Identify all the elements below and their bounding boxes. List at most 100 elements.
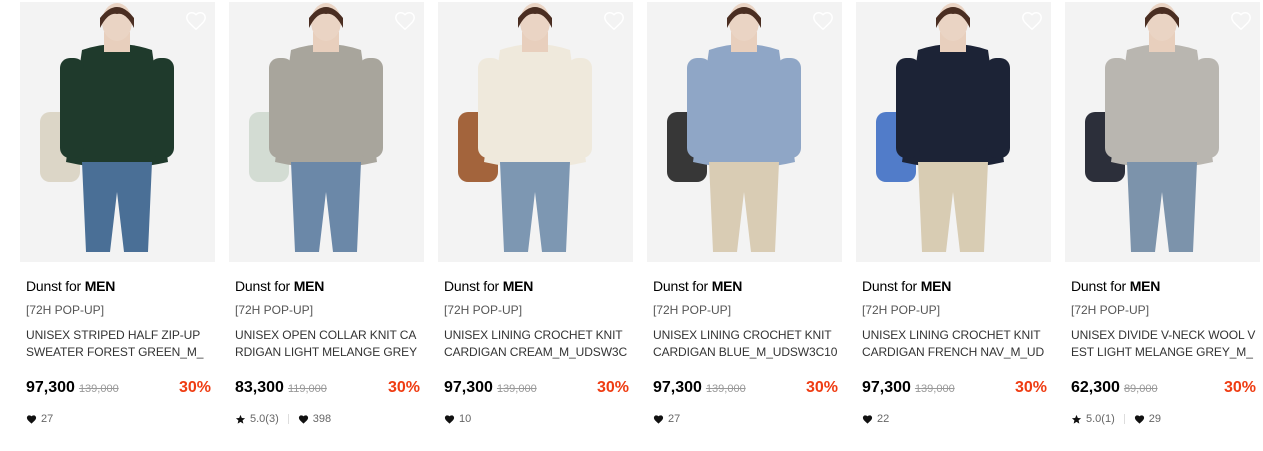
product-meta: 10: [444, 412, 629, 426]
original-price: 139,000: [496, 383, 537, 395]
like-count: 398: [312, 413, 332, 425]
heart-icon: [1134, 414, 1144, 424]
promo-tag: [72H POP-UP]: [653, 303, 732, 317]
brand-prefix: Dunst for: [1071, 278, 1130, 294]
brand-name[interactable]: Dunst for MEN: [235, 278, 420, 294]
brand-name[interactable]: Dunst for MEN: [444, 278, 629, 294]
promo-tag: [72H POP-UP]: [1071, 303, 1150, 317]
product-card[interactable]: Dunst for MEN [72H POP-UP] UNISEX OPEN C…: [229, 2, 424, 426]
product-card[interactable]: Dunst for MEN [72H POP-UP] UNISEX DIVIDE…: [1065, 2, 1260, 426]
like-count: 22: [877, 413, 890, 425]
wishlist-heart-icon[interactable]: [394, 10, 416, 32]
star-icon: [235, 414, 246, 424]
review-rating: 5.0(3): [250, 413, 279, 425]
heart-icon: [444, 414, 455, 424]
price-row: 83,300 119,000 30%: [235, 379, 420, 399]
brand-prefix: Dunst for: [444, 278, 503, 294]
discount-rate: 30%: [1014, 379, 1047, 396]
original-price: 139,000: [914, 383, 955, 395]
promo-tag: [72H POP-UP]: [444, 303, 523, 317]
model-photo: [647, 2, 842, 262]
brand-prefix: Dunst for: [235, 278, 294, 294]
promo-tag: [72H POP-UP]: [26, 303, 105, 317]
heart-icon: [26, 414, 37, 424]
like-count: 27: [41, 413, 54, 425]
promo-tag: [72H POP-UP]: [862, 303, 941, 317]
product-name[interactable]: UNISEX LINING CROCHET KNIT CARDIGAN CREA…: [444, 327, 629, 361]
original-price: 119,000: [287, 383, 327, 395]
product-card[interactable]: Dunst for MEN [72H POP-UP] UNISEX LINING…: [856, 2, 1051, 426]
discount-rate: 30%: [178, 379, 211, 396]
wishlist-heart-icon[interactable]: [1230, 10, 1252, 32]
product-grid: Dunst for MEN [72H POP-UP] UNISEX STRIPE…: [20, 2, 1260, 426]
wishlist-heart-icon[interactable]: [185, 10, 207, 32]
brand-name[interactable]: Dunst for MEN: [653, 278, 838, 294]
meta-divider: [287, 414, 289, 424]
brand-name[interactable]: Dunst for MEN: [862, 278, 1047, 294]
product-meta: 5.0(1) 29: [1071, 412, 1256, 426]
product-name[interactable]: UNISEX DIVIDE V-NECK WOOL VEST LIGHT MEL…: [1071, 327, 1256, 361]
brand-prefix: Dunst for: [653, 278, 712, 294]
product-card[interactable]: Dunst for MEN [72H POP-UP] UNISEX LINING…: [647, 2, 842, 426]
model-photo: [229, 2, 424, 262]
sale-price: 97,300: [653, 379, 702, 396]
brand-name[interactable]: Dunst for MEN: [26, 278, 211, 294]
brand-suffix: MEN: [293, 278, 325, 294]
product-name[interactable]: UNISEX LINING CROCHET KNIT CARDIGAN FREN…: [862, 327, 1047, 361]
brand-suffix: MEN: [84, 278, 116, 294]
meta-divider: [1123, 414, 1125, 424]
heart-icon: [653, 414, 664, 424]
like-count: 10: [459, 413, 472, 425]
promo-tag: [72H POP-UP]: [235, 303, 314, 317]
brand-suffix: MEN: [711, 278, 743, 294]
price-row: 62,300 89,000 30%: [1071, 379, 1256, 399]
product-name[interactable]: UNISEX OPEN COLLAR KNIT CARDIGAN LIGHT M…: [235, 327, 420, 361]
product-meta: 22: [862, 412, 1047, 426]
review-rating: 5.0(1): [1086, 413, 1115, 425]
brand-name[interactable]: Dunst for MEN: [1071, 278, 1256, 294]
discount-rate: 30%: [1223, 379, 1256, 396]
discount-rate: 30%: [805, 379, 838, 396]
sale-price: 97,300: [444, 379, 493, 396]
original-price: 89,000: [1123, 383, 1158, 395]
model-photo: [856, 2, 1051, 262]
product-name[interactable]: UNISEX STRIPED HALF ZIP-UP SWEATER FORES…: [26, 327, 211, 361]
original-price: 139,000: [705, 383, 746, 395]
product-meta: 27: [26, 412, 211, 426]
product-image[interactable]: [647, 2, 842, 262]
brand-suffix: MEN: [920, 278, 952, 294]
discount-rate: 30%: [387, 379, 420, 396]
product-name[interactable]: UNISEX LINING CROCHET KNIT CARDIGAN BLUE…: [653, 327, 838, 361]
product-image[interactable]: [20, 2, 215, 262]
product-image[interactable]: [438, 2, 633, 262]
sale-price: 62,300: [1071, 379, 1120, 396]
star-icon: [1071, 414, 1082, 424]
wishlist-heart-icon[interactable]: [603, 10, 625, 32]
sale-price: 83,300: [235, 379, 284, 396]
model-photo: [1065, 2, 1260, 262]
product-image[interactable]: [856, 2, 1051, 262]
product-image[interactable]: [229, 2, 424, 262]
brand-suffix: MEN: [502, 278, 534, 294]
heart-icon: [862, 414, 873, 424]
product-card[interactable]: Dunst for MEN [72H POP-UP] UNISEX STRIPE…: [20, 2, 215, 426]
like-count: 29: [1148, 413, 1161, 425]
heart-icon: [298, 414, 308, 424]
like-count: 27: [668, 413, 681, 425]
wishlist-heart-icon[interactable]: [1021, 10, 1043, 32]
price-row: 97,300 139,000 30%: [653, 379, 838, 399]
discount-rate: 30%: [596, 379, 629, 396]
model-photo: [20, 2, 215, 262]
sale-price: 97,300: [862, 379, 911, 396]
brand-suffix: MEN: [1129, 278, 1161, 294]
brand-prefix: Dunst for: [862, 278, 921, 294]
model-photo: [438, 2, 633, 262]
product-meta: 27: [653, 412, 838, 426]
price-row: 97,300 139,000 30%: [26, 379, 211, 399]
price-row: 97,300 139,000 30%: [862, 379, 1047, 399]
wishlist-heart-icon[interactable]: [812, 10, 834, 32]
price-row: 97,300 139,000 30%: [444, 379, 629, 399]
brand-prefix: Dunst for: [26, 278, 85, 294]
product-image[interactable]: [1065, 2, 1260, 262]
product-card[interactable]: Dunst for MEN [72H POP-UP] UNISEX LINING…: [438, 2, 633, 426]
